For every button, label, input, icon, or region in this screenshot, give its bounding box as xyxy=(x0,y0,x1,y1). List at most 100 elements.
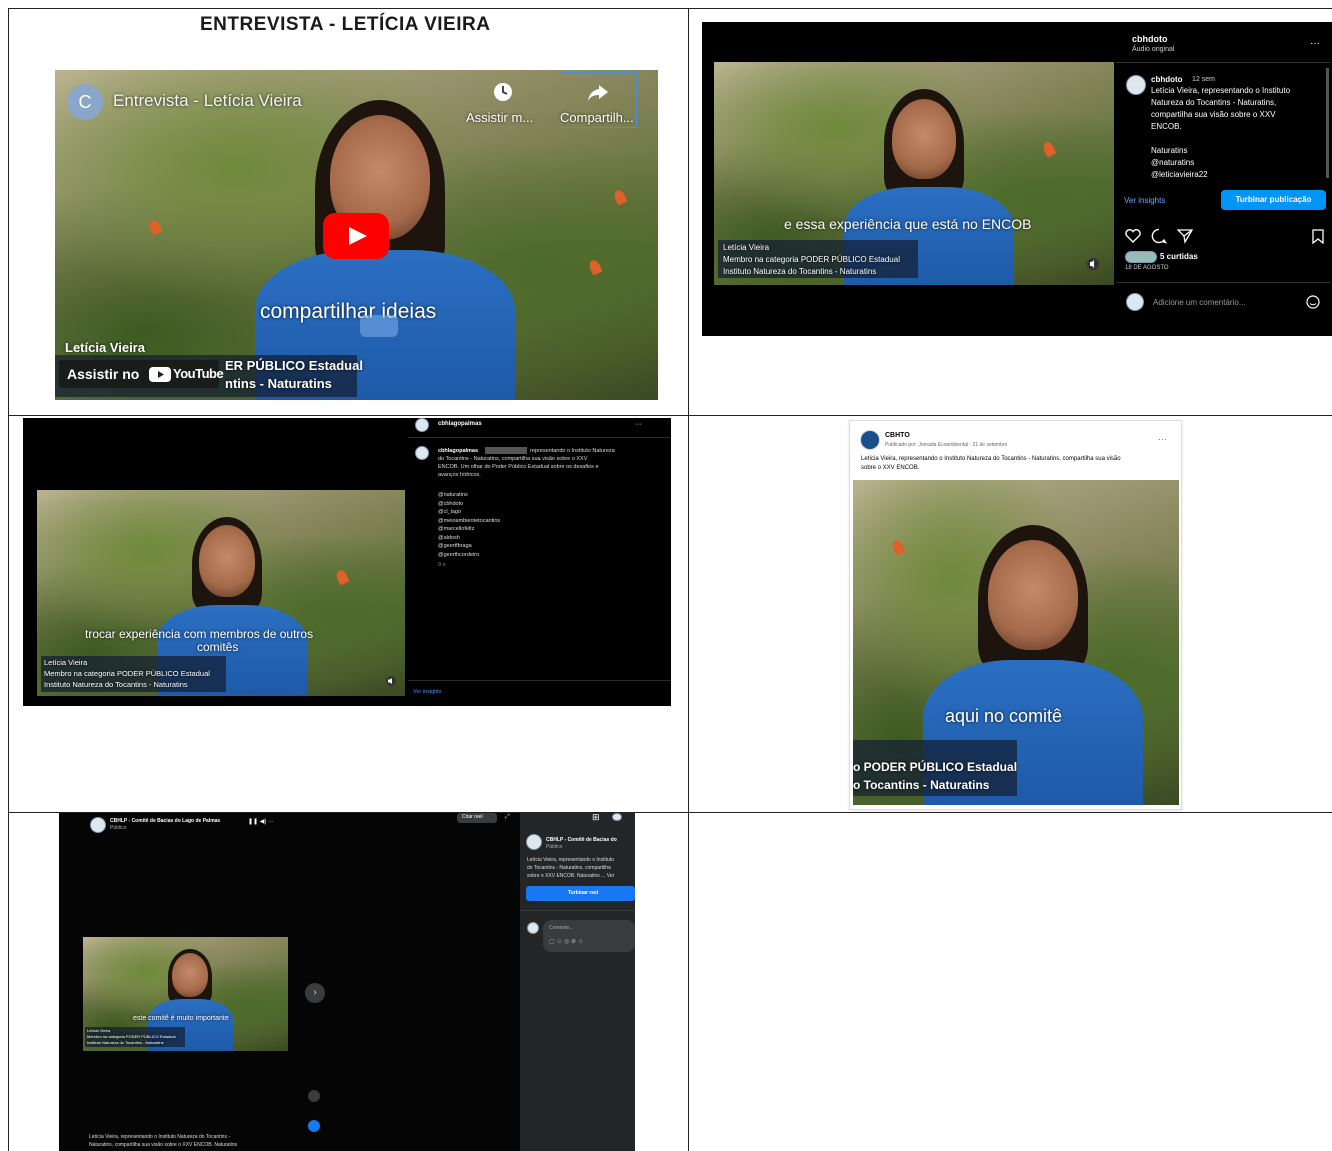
reel-controls-icons[interactable]: ❚❚ ◀) ··· xyxy=(248,818,274,827)
lower-third-line3: ntins - Naturatins xyxy=(225,376,332,391)
ig2-tag-list: @naturatins @cbhdoto @cl_lago @meioambie… xyxy=(438,491,500,571)
lower-third-line3: o Tocantins - Naturatins xyxy=(853,778,990,792)
cbhlp-logo xyxy=(360,315,398,337)
lower-third-line2: Membro na categoria PODER PÚBLICO Estadu… xyxy=(723,255,900,264)
ig-avatar[interactable] xyxy=(1126,75,1146,95)
lower-third-line3: Instituto Natureza do Tocantins - Natura… xyxy=(723,267,877,276)
bookmark-icon[interactable] xyxy=(1312,229,1324,244)
facebook-video[interactable]: aqui no comitê o PODER PÚBLICO Estadual … xyxy=(853,480,1179,805)
subtitle-caption-1: trocar experiência com membros de outros xyxy=(85,627,314,641)
ig2-tag[interactable]: @geertfbraga xyxy=(438,542,500,551)
ig-insights-link[interactable]: Ver insights xyxy=(1124,196,1165,205)
watch-later-label[interactable]: Assistir m... xyxy=(466,110,533,125)
ig-post-time: 12 sem xyxy=(1192,76,1215,83)
ig2-header-avatar[interactable] xyxy=(415,418,429,432)
ig2-divider xyxy=(408,437,671,438)
subtitle-caption: e essa experiência que está no ENCOB xyxy=(784,216,1032,232)
ig2-tag[interactable]: @cbhdoto xyxy=(438,500,500,509)
emoji-icon[interactable] xyxy=(1306,295,1320,309)
reel-page-name[interactable]: CBHLP - Comitê de Bacias do Lago de Palm… xyxy=(110,817,220,826)
reel-comment-input[interactable]: Comente... xyxy=(549,924,573,933)
reel-page-avatar[interactable] xyxy=(90,817,106,833)
watch-on-youtube-button[interactable]: Assistir no YouTube xyxy=(59,360,224,388)
comment-icon[interactable] xyxy=(1151,228,1167,244)
reel-video[interactable]: este comitê é muito importante Letícia V… xyxy=(83,937,288,1051)
clock-icon[interactable] xyxy=(493,82,513,102)
send-icon[interactable] xyxy=(1177,228,1193,244)
play-icon xyxy=(349,227,367,245)
ig-boost-button[interactable]: Turbinar publicação xyxy=(1221,190,1326,210)
ig-scrollbar[interactable] xyxy=(1326,68,1329,178)
ig-audio[interactable]: Áudio original xyxy=(1132,45,1174,54)
grid-menu-icon[interactable]: ⊞ xyxy=(592,813,600,822)
youtube-brand: YouTube xyxy=(173,366,224,381)
ig-comment-input[interactable]: Adicione um comentário... xyxy=(1153,298,1246,307)
like-icon[interactable] xyxy=(308,1090,320,1102)
ig-post-text-3: compartilha sua visão sobre o XXV xyxy=(1151,110,1276,119)
lower-third-line2: ER PÚBLICO Estadual xyxy=(225,358,363,373)
play-button[interactable] xyxy=(323,213,389,259)
reel-side-avatar[interactable] xyxy=(526,834,542,850)
ig2-post-avatar[interactable] xyxy=(415,446,429,460)
watch-on-label: Assistir no xyxy=(67,366,140,382)
fb-more-icon[interactable]: ··· xyxy=(1158,434,1167,444)
reel-comment-avatar xyxy=(527,922,539,934)
ig-liker-avatars xyxy=(1125,251,1157,263)
grid-border-left xyxy=(8,8,9,1151)
ig2-post-text-4: avanços hídricos. xyxy=(438,472,481,478)
heliconia-flower xyxy=(587,258,603,276)
reel-comment-tools[interactable]: ▢ ☺ ◎ ⊕ ☺ xyxy=(549,938,584,947)
heart-icon[interactable] xyxy=(1125,229,1141,243)
subtitle-caption: aqui no comitê xyxy=(945,706,1063,726)
reel-bottom-text-2: Naturatins, compartilha sua visão sobre … xyxy=(89,1142,238,1148)
heliconia-flower xyxy=(334,568,350,586)
next-reel-button[interactable]: › xyxy=(305,983,325,1003)
ig-tag-2[interactable]: @naturatins xyxy=(1151,158,1194,167)
ig-likes[interactable]: 5 curtidas xyxy=(1160,252,1198,261)
messenger-icon[interactable] xyxy=(612,813,622,821)
ig-tag-3[interactable]: @leticiavieira22 xyxy=(1151,170,1208,179)
ig2-tag[interactable]: @marcellofeltz xyxy=(438,525,500,534)
instagram-video[interactable]: e essa experiência que está no ENCOB Let… xyxy=(714,62,1114,285)
ig2-tag[interactable]: @meioambientetocantins xyxy=(438,517,500,526)
lower-third-line2: o PODER PÚBLICO Estadual xyxy=(853,760,1018,774)
reel-side-divider xyxy=(520,910,635,911)
video-title[interactable]: Entrevista - Letícia Vieira xyxy=(113,91,302,111)
fb-page-avatar[interactable] xyxy=(860,430,880,450)
lower-third-line2: Membro na categoria PODER PÚBLICO Estadu… xyxy=(87,1034,176,1039)
channel-avatar[interactable]: C xyxy=(67,84,103,120)
lower-third-name: Letícia Vieira xyxy=(723,243,770,252)
reel-side-privacy: Público xyxy=(546,844,563,850)
lower-third-name: Letícia Vieira xyxy=(87,1028,111,1033)
ig2-tag[interactable]: @aldosh xyxy=(438,534,500,543)
boost-reel-label: Turbinar reel xyxy=(568,890,599,896)
reel-privacy: Público xyxy=(110,825,127,831)
ig2-tag[interactable]: @geerthcordeiro xyxy=(438,551,500,560)
instagram2-video[interactable]: trocar experiência com membros de outros… xyxy=(37,490,405,696)
comment-icon[interactable] xyxy=(308,1120,320,1132)
ig2-username[interactable]: cbhlagopalmas xyxy=(438,420,482,429)
grid-divider-vertical xyxy=(688,8,689,1151)
ig-post-user[interactable]: cbhdoto xyxy=(1151,75,1183,84)
ig-post-text-1: Letícia Vieira, representando o Institut… xyxy=(1151,86,1291,95)
fb-page-name[interactable]: CBHTO xyxy=(885,432,910,439)
mute-icon[interactable] xyxy=(386,676,396,686)
ig-more-icon[interactable]: ··· xyxy=(1310,38,1320,49)
heliconia-flower xyxy=(1041,140,1057,158)
ig2-redacted-block xyxy=(485,447,527,454)
expand-icon[interactable]: ⤢ xyxy=(505,813,510,822)
reel-side-text-3: sobre o XXV ENCOB. Naturatins ... Ver xyxy=(527,873,615,879)
ig-divider xyxy=(1116,62,1330,63)
lower-third-line3: Instituto Natureza do Tocantins - Natura… xyxy=(87,1040,164,1045)
youtube-player[interactable]: C Entrevista - Letícia Vieira Assistir m… xyxy=(55,70,658,400)
ig-username[interactable]: cbhdoto xyxy=(1132,34,1168,44)
ig-date: 18 DE AGOSTO xyxy=(1125,265,1169,271)
ig2-more-icon[interactable]: ··· xyxy=(635,420,642,429)
fb-post-meta: Publicado por: Jornada Ecoambiental · 21… xyxy=(885,442,1008,448)
share-icon xyxy=(588,85,608,101)
ig2-insights-link[interactable]: Ver insights xyxy=(413,688,441,697)
fb-post-text-2: sobre o XXV ENCOB. xyxy=(861,465,920,471)
ig2-tag[interactable]: @naturatins xyxy=(438,491,500,500)
mute-icon[interactable] xyxy=(1087,258,1099,270)
ig2-tag[interactable]: @cl_lago xyxy=(438,508,500,517)
